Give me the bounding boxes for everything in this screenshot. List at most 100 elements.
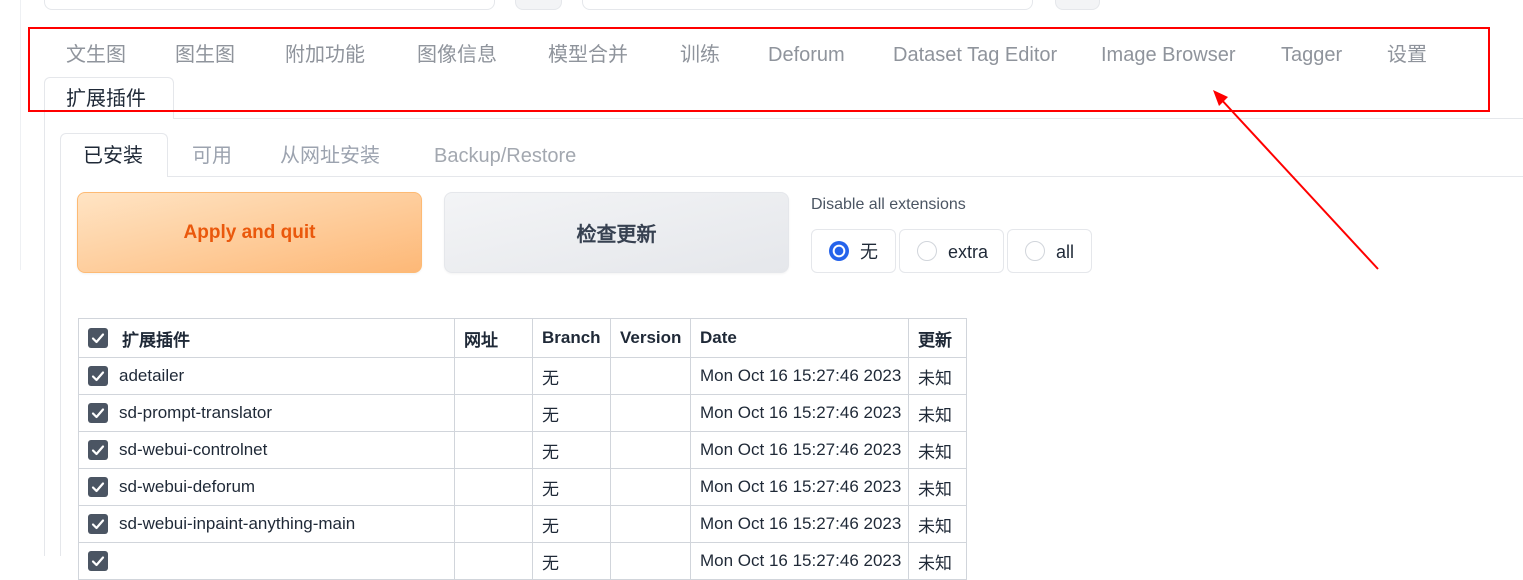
radio-option-extra[interactable]: extra xyxy=(899,229,1004,273)
extension-checkbox[interactable] xyxy=(88,440,108,461)
red-arrow-line xyxy=(1218,96,1379,270)
header-branch: Branch xyxy=(532,318,611,358)
check-icon xyxy=(91,556,105,567)
table-row: sd-prompt-translator 无 Mon Oct 16 15:27:… xyxy=(78,394,967,432)
check-icon xyxy=(91,482,105,493)
header-date: Date xyxy=(690,318,909,358)
check-icon xyxy=(91,408,105,419)
cell-url xyxy=(454,505,533,543)
top-button-stub[interactable] xyxy=(1055,0,1100,10)
subtab-installed[interactable]: 已安装 xyxy=(60,133,168,177)
tab-checkpoint-merger[interactable]: 模型合并 xyxy=(548,42,628,68)
radio-unselected-icon xyxy=(917,241,937,261)
extension-checkbox[interactable] xyxy=(88,551,108,572)
cell-name: sd-prompt-translator xyxy=(78,394,455,432)
cell-branch: 无 xyxy=(532,394,611,432)
cell-url xyxy=(454,357,533,395)
cell-update: 未知 xyxy=(908,357,967,395)
cell-date: Mon Oct 16 15:27:46 2023 xyxy=(690,394,909,432)
extension-name: sd-webui-inpaint-anything-main xyxy=(119,514,356,534)
cell-update: 未知 xyxy=(908,542,967,580)
top-input-stub[interactable] xyxy=(44,0,495,10)
top-input-stub[interactable] xyxy=(582,0,1033,10)
tab-extensions-label: 扩展插件 xyxy=(66,88,146,110)
select-all-checkbox[interactable] xyxy=(88,328,108,348)
radio-option-all[interactable]: all xyxy=(1007,229,1092,273)
radio-selected-icon xyxy=(829,241,849,261)
check-updates-button[interactable]: 检查更新 xyxy=(444,192,789,273)
cell-branch: 无 xyxy=(532,542,611,580)
header-url: 网址 xyxy=(454,318,533,358)
extension-checkbox[interactable] xyxy=(88,366,108,387)
cell-version xyxy=(610,394,691,432)
table-row: 无 Mon Oct 16 15:27:46 2023 未知 xyxy=(78,542,967,580)
extension-name: sd-prompt-translator xyxy=(119,403,273,423)
cell-update: 未知 xyxy=(908,394,967,432)
radio-option-label: extra xyxy=(948,242,989,262)
cell-version xyxy=(610,542,691,580)
cell-name: sd-webui-inpaint-anything-main xyxy=(78,505,455,543)
cell-date: Mon Oct 16 15:27:46 2023 xyxy=(690,468,909,506)
cell-url xyxy=(454,542,533,580)
table-header-row: 扩展插件 网址 Branch Version Date 更新 xyxy=(78,318,967,358)
cell-date: Mon Oct 16 15:27:46 2023 xyxy=(690,542,909,580)
cell-version xyxy=(610,468,691,506)
tab-extras[interactable]: 附加功能 xyxy=(285,42,365,68)
radio-unselected-icon xyxy=(1025,241,1045,261)
tab-txt2img[interactable]: 文生图 xyxy=(66,42,126,68)
extension-name: adetailer xyxy=(119,366,185,386)
subtab-installed-label: 已安装 xyxy=(83,145,143,167)
header-name: 扩展插件 xyxy=(78,318,455,358)
table-row: adetailer 无 Mon Oct 16 15:27:46 2023 未知 xyxy=(78,357,967,395)
subtab-install-from-url[interactable]: 从网址安装 xyxy=(280,143,380,169)
cell-name xyxy=(78,542,455,580)
tab-deforum[interactable]: Deforum xyxy=(768,42,845,68)
extension-checkbox[interactable] xyxy=(88,403,108,424)
cell-url xyxy=(454,394,533,432)
header-name-label: 扩展插件 xyxy=(122,330,190,350)
extension-checkbox[interactable] xyxy=(88,514,108,535)
table-row: sd-webui-deforum 无 Mon Oct 16 15:27:46 2… xyxy=(78,468,967,506)
tab-img2img[interactable]: 图生图 xyxy=(175,42,235,68)
radio-option-label: 无 xyxy=(860,242,878,262)
sub-tabbar-divider xyxy=(168,176,1523,177)
extensions-table: 扩展插件 网址 Branch Version Date 更新 adetailer… xyxy=(78,318,967,580)
tab-settings[interactable]: 设置 xyxy=(1387,42,1427,68)
table-row: sd-webui-controlnet 无 Mon Oct 16 15:27:4… xyxy=(78,431,967,469)
cell-date: Mon Oct 16 15:27:46 2023 xyxy=(690,505,909,543)
tab-image-browser[interactable]: Image Browser xyxy=(1101,42,1236,68)
subtab-available[interactable]: 可用 xyxy=(192,143,232,169)
cell-name: sd-webui-controlnet xyxy=(78,431,455,469)
cell-update: 未知 xyxy=(908,505,967,543)
extension-checkbox[interactable] xyxy=(88,477,108,498)
check-icon xyxy=(91,519,105,530)
cell-url xyxy=(454,468,533,506)
red-highlight-box xyxy=(28,27,1490,112)
tab-dataset-tag-editor[interactable]: Dataset Tag Editor xyxy=(893,42,1057,68)
extension-name: sd-webui-deforum xyxy=(119,477,256,497)
extension-name: sd-webui-controlnet xyxy=(119,440,268,460)
top-button-stub[interactable] xyxy=(515,0,562,10)
tab-png-info[interactable]: 图像信息 xyxy=(417,42,497,68)
cell-name: adetailer xyxy=(78,357,455,395)
cell-branch: 无 xyxy=(532,468,611,506)
subtab-backup-restore[interactable]: Backup/Restore xyxy=(434,143,576,169)
cell-name: sd-webui-deforum xyxy=(78,468,455,506)
cell-update: 未知 xyxy=(908,431,967,469)
main-tabbar-divider xyxy=(174,118,1523,119)
cell-update: 未知 xyxy=(908,468,967,506)
check-icon xyxy=(91,445,105,456)
apply-and-quit-button[interactable]: Apply and quit xyxy=(77,192,422,273)
tab-train[interactable]: 训练 xyxy=(680,42,720,68)
cell-version xyxy=(610,357,691,395)
cell-date: Mon Oct 16 15:27:46 2023 xyxy=(690,357,909,395)
tab-tagger[interactable]: Tagger xyxy=(1281,42,1342,68)
radio-option-label: all xyxy=(1056,242,1075,262)
cell-url xyxy=(454,431,533,469)
sub-panel-border xyxy=(60,176,61,556)
disable-all-label: Disable all extensions xyxy=(811,196,966,213)
radio-option-none[interactable]: 无 xyxy=(811,229,896,273)
cell-version xyxy=(610,505,691,543)
tab-extensions[interactable]: 扩展插件 xyxy=(44,77,174,119)
header-update: 更新 xyxy=(908,318,967,358)
